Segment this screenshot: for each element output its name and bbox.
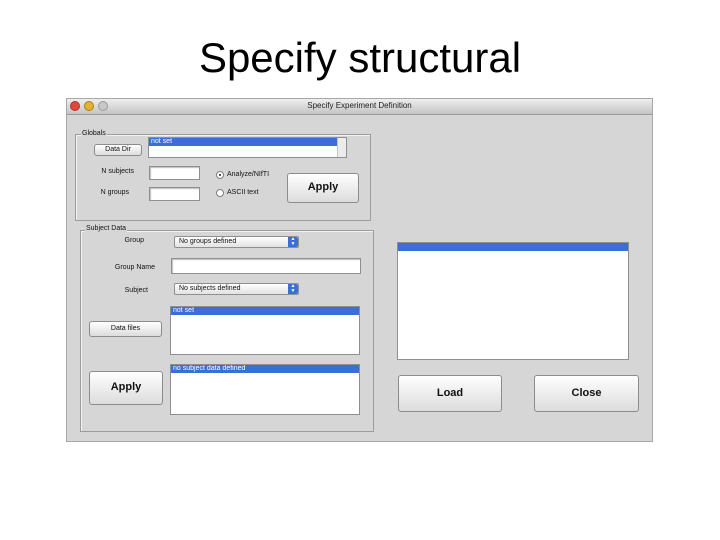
group-select-value: No groups defined bbox=[179, 238, 237, 245]
slide-title: Specify structural bbox=[198, 34, 522, 81]
subject-select[interactable]: No subjects defined ▲ ▼ bbox=[174, 283, 299, 295]
load-button[interactable]: Load bbox=[398, 375, 502, 412]
data-files-list[interactable]: not set bbox=[170, 306, 360, 355]
window-title: Specify Experiment Definition bbox=[307, 101, 412, 110]
data-files-button[interactable]: Data files bbox=[89, 321, 162, 337]
ascii-text-label: ASCII text bbox=[227, 189, 259, 196]
chevron-updown-icon: ▲ ▼ bbox=[288, 237, 298, 247]
globals-apply-button[interactable]: Apply bbox=[287, 173, 359, 203]
definition-list[interactable] bbox=[397, 242, 629, 360]
subject-apply-button[interactable]: Apply bbox=[89, 371, 163, 405]
subject-select-value: No subjects defined bbox=[179, 285, 241, 292]
list-item[interactable]: no subject data defined bbox=[171, 365, 359, 373]
experiment-definition-window: Specify Experiment Definition Globals Da… bbox=[67, 99, 652, 441]
data-dir-button[interactable]: Data Dir bbox=[94, 144, 142, 156]
data-dir-list[interactable]: not set bbox=[148, 137, 347, 158]
n-groups-field[interactable] bbox=[149, 187, 200, 201]
subject-data-group-label: Subject Data bbox=[85, 224, 128, 233]
window-titlebar[interactable]: Specify Experiment Definition bbox=[67, 99, 652, 115]
analyze-nifti-radio[interactable] bbox=[216, 171, 224, 179]
n-groups-label: N groups bbox=[100, 189, 129, 196]
close-button[interactable]: Close bbox=[534, 375, 639, 412]
subject-label: Subject bbox=[124, 287, 148, 294]
group-name-label: Group Name bbox=[114, 264, 155, 271]
group-label: Group bbox=[124, 237, 144, 244]
analyze-nifti-label: Analyze/NIfTI bbox=[227, 171, 270, 178]
group-name-field[interactable] bbox=[171, 258, 361, 274]
list-item[interactable]: not set bbox=[171, 307, 359, 315]
n-subjects-label: N subjects bbox=[101, 168, 134, 175]
list-item[interactable] bbox=[398, 243, 628, 251]
n-subjects-field[interactable] bbox=[149, 166, 200, 180]
group-select[interactable]: No groups defined ▲ ▼ bbox=[174, 236, 299, 248]
chevron-updown-icon: ▲ ▼ bbox=[288, 284, 298, 294]
globals-group-label: Globals bbox=[81, 129, 107, 138]
ascii-text-radio[interactable] bbox=[216, 189, 224, 197]
scrollbar[interactable] bbox=[337, 138, 346, 157]
list-item[interactable]: not set bbox=[149, 138, 346, 146]
subject-data-list[interactable]: no subject data defined bbox=[170, 364, 360, 415]
